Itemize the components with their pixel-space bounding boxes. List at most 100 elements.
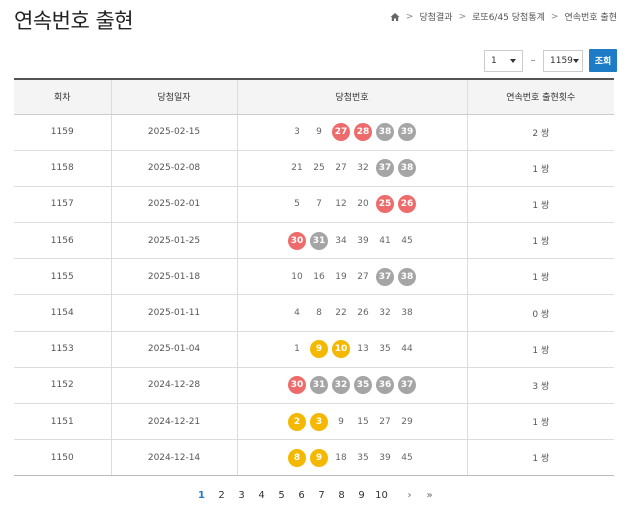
caret-down-icon [572,58,579,63]
caret-down-icon [510,58,516,63]
number-ball: 19 [335,271,347,282]
number-ball: 29 [401,416,413,427]
number-ball: 37 [398,376,416,395]
number-ball: 9 [310,448,328,467]
numbers-cell: 4 8 22 26 32 38 [236,294,467,332]
number-ball: 34 [335,235,347,246]
winning-numbers: 3 9 27 28 38 39 [238,123,467,142]
number-ball: 18 [335,452,347,463]
number-ball: 8 [288,448,306,467]
page-link-4[interactable]: 4 [252,490,272,501]
page-link-3[interactable]: 3 [232,490,252,501]
date-cell: 2024-12-14 [110,439,237,477]
date-cell: 2025-02-08 [110,150,237,187]
number-ball: 41 [379,235,391,246]
page-link-6[interactable]: 6 [292,490,312,501]
number-ball: 27 [335,163,347,174]
date-cell: 2024-12-21 [110,403,237,441]
breadcrumb-item-results[interactable]: 당첨결과 [419,10,452,23]
header-round: 회차 [14,78,111,115]
numbers-cell: 21 25 27 32 37 38 [236,150,467,187]
number-ball: 13 [357,344,369,355]
table-row: 1159 2025-02-15 3 9 27 28 38 39 2 쌍 [14,114,614,151]
date-cell: 2025-01-11 [110,294,237,332]
number-ball: 1 [294,344,300,355]
page-link-7[interactable]: 7 [312,490,332,501]
numbers-cell: 8 9 18 35 39 45 [236,439,467,477]
breadcrumb: > 당첨결과 > 로또6/45 당첨통계 > 연속번호 출현 [390,10,617,23]
last-page-icon[interactable]: » [420,490,440,501]
page-link-2[interactable]: 2 [212,490,232,501]
round-range-filter: 1 – 1159 조회 [484,49,617,72]
next-page-icon[interactable]: › [400,490,420,501]
numbers-cell: 30 31 34 39 41 45 [236,222,467,260]
table-row: 1150 2024-12-14 8 9 18 35 39 45 1 쌍 [14,439,614,477]
winning-numbers: 2 3 9 15 27 29 [238,412,467,431]
number-ball: 35 [354,376,372,395]
number-ball: 3 [294,127,300,138]
winning-numbers: 10 16 19 27 37 38 [238,267,467,286]
breadcrumb-item-stats[interactable]: 로또6/45 당첨통계 [472,10,545,23]
page-link-8[interactable]: 8 [332,490,352,501]
round-to-select[interactable]: 1159 [543,49,583,72]
table-row: 1157 2025-02-01 5 7 12 20 25 26 1 쌍 [14,186,614,224]
number-ball: 45 [401,452,413,463]
page-link-10[interactable]: 10 [372,490,392,501]
number-ball: 31 [310,231,328,250]
number-ball: 32 [332,376,350,395]
winning-numbers: 30 31 34 39 41 45 [238,231,467,250]
numbers-cell: 2 3 9 15 27 29 [236,403,467,441]
round-cell: 1159 [14,114,111,151]
consecutive-count-cell: 1 쌍 [466,222,614,260]
consecutive-count-cell: 1 쌍 [466,258,614,296]
number-ball: 30 [288,231,306,250]
page-link-9[interactable]: 9 [352,490,372,501]
winning-numbers: 4 8 22 26 32 38 [238,304,467,322]
number-ball: 22 [335,308,347,319]
round-cell: 1152 [14,367,111,405]
number-ball: 21 [291,163,303,174]
table-row: 1153 2025-01-04 1 9 10 13 35 44 1 쌍 [14,331,614,368]
table-row: 1156 2025-01-25 30 31 34 39 41 45 1 쌍 [14,222,614,260]
number-ball: 26 [357,308,369,319]
number-ball: 7 [316,199,322,210]
numbers-cell: 1 9 10 13 35 44 [236,331,467,368]
round-cell: 1150 [14,439,111,477]
numbers-cell: 5 7 12 20 25 26 [236,186,467,224]
home-icon[interactable] [390,12,400,22]
query-button[interactable]: 조회 [589,49,617,72]
consecutive-count-cell: 1 쌍 [466,331,614,368]
date-cell: 2025-01-25 [110,222,237,260]
table-row: 1152 2024-12-28 30 31 32 35 36 37 3 쌍 [14,367,614,405]
round-from-select[interactable]: 1 [484,49,523,72]
header-date: 당첨일자 [110,78,237,115]
consecutive-count-cell: 3 쌍 [466,367,614,405]
page-link-5[interactable]: 5 [272,490,292,501]
number-ball: 16 [313,271,325,282]
page-title: 연속번호 출현 [14,9,134,33]
number-ball: 38 [398,267,416,286]
number-ball: 38 [401,308,413,319]
number-ball: 5 [294,199,300,210]
numbers-cell: 10 16 19 27 37 38 [236,258,467,296]
number-ball: 9 [310,340,328,359]
round-cell: 1151 [14,403,111,441]
number-ball: 8 [316,308,322,319]
winning-numbers: 5 7 12 20 25 26 [238,195,467,214]
number-ball: 9 [316,127,322,138]
date-cell: 2025-02-01 [110,186,237,224]
number-ball: 39 [357,235,369,246]
chevron-right-icon: > [405,11,414,22]
number-ball: 38 [398,159,416,178]
number-ball: 32 [379,308,391,319]
page-link-1[interactable]: 1 [192,490,212,501]
number-ball: 37 [376,159,394,178]
number-ball: 35 [357,452,369,463]
number-ball: 9 [338,416,344,427]
number-ball: 27 [332,123,350,142]
consecutive-count-cell: 1 쌍 [466,150,614,187]
number-ball: 27 [357,271,369,282]
numbers-cell: 30 31 32 35 36 37 [236,367,467,405]
number-ball: 31 [310,376,328,395]
number-ball: 12 [335,199,347,210]
